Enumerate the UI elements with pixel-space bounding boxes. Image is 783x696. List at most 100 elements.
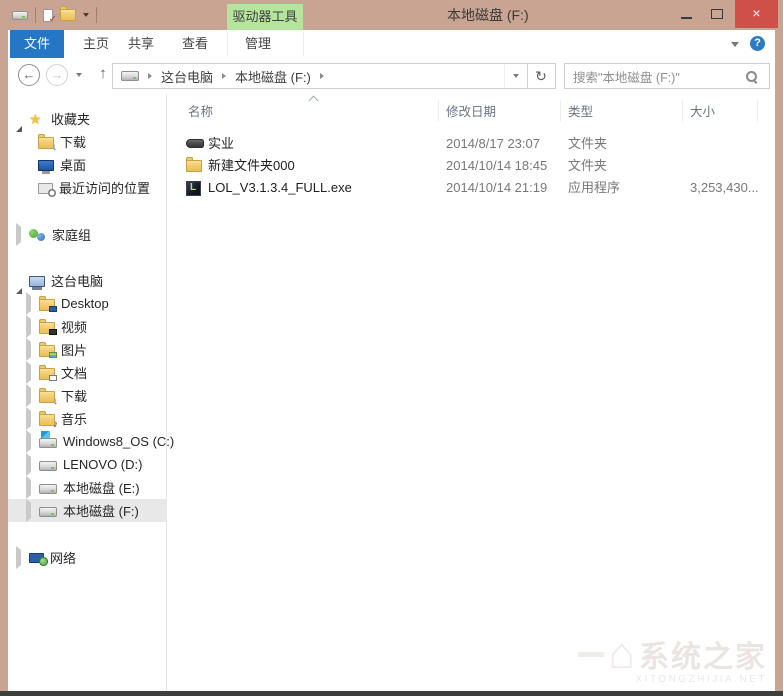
- close-button[interactable]: [735, 0, 778, 28]
- expander-collapsed-icon[interactable]: [16, 546, 21, 569]
- forward-button[interactable]: [46, 64, 68, 86]
- videos-folder-icon: [39, 322, 55, 334]
- sidebar-item-recent-places[interactable]: 最近访问的位置: [8, 176, 166, 199]
- expander-collapsed-icon[interactable]: [26, 315, 31, 338]
- sidebar-item-desktop[interactable]: 桌面: [8, 153, 166, 176]
- expander-collapsed-icon[interactable]: [26, 499, 31, 522]
- tab-manage[interactable]: 管理: [231, 30, 285, 58]
- file-row[interactable]: 实业 2014/8/17 23:07 文件夹: [167, 133, 775, 155]
- sidebar-item-videos[interactable]: 视频: [8, 315, 166, 338]
- dark-folder-icon: [186, 139, 204, 148]
- history-caret-icon[interactable]: [76, 73, 82, 77]
- sidebar-item-network[interactable]: 网络: [8, 546, 166, 569]
- file-row[interactable]: LOL_V3.1.3.4_FULL.exe 2014/10/14 21:19 应…: [167, 177, 775, 199]
- window-border-left: [0, 30, 8, 691]
- expander-collapsed-icon[interactable]: [26, 338, 31, 361]
- breadcrumb-caret-icon[interactable]: [320, 73, 324, 79]
- sidebar-item-label: 收藏夹: [51, 109, 90, 128]
- column-resize-handle[interactable]: [438, 100, 439, 122]
- properties-check-icon[interactable]: [43, 9, 53, 22]
- file-row[interactable]: 新建文件夹000 2014/10/14 18:45 文件夹: [167, 155, 775, 177]
- tab-file[interactable]: 文件: [10, 30, 64, 58]
- file-type: 文件夹: [568, 133, 607, 155]
- search-box[interactable]: 搜索"本地磁盘 (F:)": [564, 63, 770, 89]
- expander-expanded-icon[interactable]: [16, 273, 22, 294]
- sidebar-item-desktop-folder[interactable]: Desktop: [8, 292, 166, 315]
- drive-icon: [39, 507, 57, 517]
- column-header-size[interactable]: 大小: [690, 102, 715, 122]
- sidebar-item-drive-f-selected[interactable]: 本地磁盘 (F:): [8, 499, 166, 522]
- breadcrumb-current[interactable]: 本地磁盘 (F:): [235, 67, 311, 86]
- sidebar-item-this-pc[interactable]: 这台电脑: [8, 269, 166, 292]
- breadcrumb-this-pc[interactable]: 这台电脑: [161, 67, 213, 86]
- back-button[interactable]: [18, 64, 40, 86]
- drive-tools-contextual-tab[interactable]: 驱动器工具: [227, 4, 303, 30]
- homegroup-icon: [29, 228, 46, 241]
- sidebar-item-favorites[interactable]: 收藏夹: [8, 107, 166, 130]
- expander-collapsed-icon[interactable]: [16, 223, 21, 246]
- music-folder-icon: [39, 414, 55, 426]
- pictures-folder-icon: [39, 345, 55, 357]
- separator: [96, 7, 97, 23]
- help-icon[interactable]: [750, 36, 765, 51]
- file-name[interactable]: 实业: [208, 133, 234, 155]
- address-bar[interactable]: 这台电脑 本地磁盘 (F:): [112, 63, 528, 89]
- expander-collapsed-icon[interactable]: [26, 476, 31, 499]
- ribbon-tab-bar: 文件 主页 共享 查看 管理: [8, 30, 775, 59]
- file-name[interactable]: 新建文件夹000: [208, 155, 295, 177]
- sidebar-item-downloads-pc[interactable]: 下载: [8, 384, 166, 407]
- expander-collapsed-icon[interactable]: [26, 361, 31, 384]
- column-header-type[interactable]: 类型: [568, 102, 593, 122]
- file-name[interactable]: LOL_V3.1.3.4_FULL.exe: [208, 177, 352, 199]
- tab-share[interactable]: 共享: [114, 30, 168, 58]
- sidebar-item-drive-c[interactable]: Windows8_OS (C:): [8, 430, 166, 453]
- sidebar-item-homegroup[interactable]: 家庭组: [8, 223, 166, 246]
- sidebar-item-music[interactable]: 音乐: [8, 407, 166, 430]
- breadcrumb-caret-icon[interactable]: [222, 73, 226, 79]
- ribbon-collapse-chevron-icon[interactable]: [731, 42, 739, 47]
- recent-places-icon: [38, 183, 53, 194]
- sidebar-item-label: 这台电脑: [51, 271, 103, 290]
- tab-view[interactable]: 查看: [168, 30, 222, 58]
- minimize-button[interactable]: [674, 0, 700, 28]
- search-placeholder: 搜索"本地磁盘 (F:)": [573, 67, 746, 86]
- drive-icon: [39, 484, 57, 494]
- sidebar-item-label: 网络: [50, 548, 76, 567]
- sidebar-item-drive-d[interactable]: LENOVO (D:): [8, 453, 166, 476]
- window-title: 本地磁盘 (F:): [447, 0, 529, 30]
- column-header-date[interactable]: 修改日期: [446, 102, 496, 122]
- explorer-drive-icon[interactable]: [12, 11, 28, 20]
- sidebar-item-downloads[interactable]: 下载: [8, 130, 166, 153]
- quick-access-toolbar: [12, 0, 97, 30]
- sidebar-item-label: 文档: [61, 363, 87, 382]
- watermark-text: 系统之家: [639, 632, 767, 676]
- expander-collapsed-icon[interactable]: [26, 292, 31, 315]
- refresh-button[interactable]: [527, 63, 556, 89]
- sidebar-item-documents[interactable]: 文档: [8, 361, 166, 384]
- column-header-name[interactable]: 名称: [188, 102, 213, 122]
- file-date: 2014/8/17 23:07: [446, 133, 540, 155]
- sidebar-item-label: 家庭组: [52, 225, 91, 244]
- breadcrumb-caret-icon[interactable]: [148, 73, 152, 79]
- sidebar-item-drive-e[interactable]: 本地磁盘 (E:): [8, 476, 166, 499]
- column-resize-handle[interactable]: [682, 100, 683, 122]
- expander-collapsed-icon[interactable]: [26, 407, 31, 430]
- expander-collapsed-icon[interactable]: [26, 453, 31, 476]
- file-list: 名称 修改日期 类型 大小 实业 2014/8/17 23:07 文件夹 新建文…: [167, 94, 775, 691]
- new-folder-icon[interactable]: [60, 9, 76, 21]
- separator: [227, 32, 228, 56]
- expander-collapsed-icon[interactable]: [26, 430, 31, 453]
- up-button[interactable]: [94, 63, 112, 85]
- expander-collapsed-icon[interactable]: [26, 384, 31, 407]
- file-date: 2014/10/14 21:19: [446, 177, 547, 199]
- sidebar-item-pictures[interactable]: 图片: [8, 338, 166, 361]
- window-border-bottom: [0, 691, 783, 696]
- search-icon[interactable]: [746, 71, 757, 82]
- address-dropdown-icon[interactable]: [504, 64, 527, 88]
- column-resize-handle[interactable]: [757, 100, 758, 122]
- customize-caret-icon[interactable]: [83, 13, 89, 17]
- expander-expanded-icon[interactable]: [16, 111, 22, 132]
- maximize-button[interactable]: [704, 0, 730, 28]
- star-icon: [29, 111, 45, 127]
- column-resize-handle[interactable]: [560, 100, 561, 122]
